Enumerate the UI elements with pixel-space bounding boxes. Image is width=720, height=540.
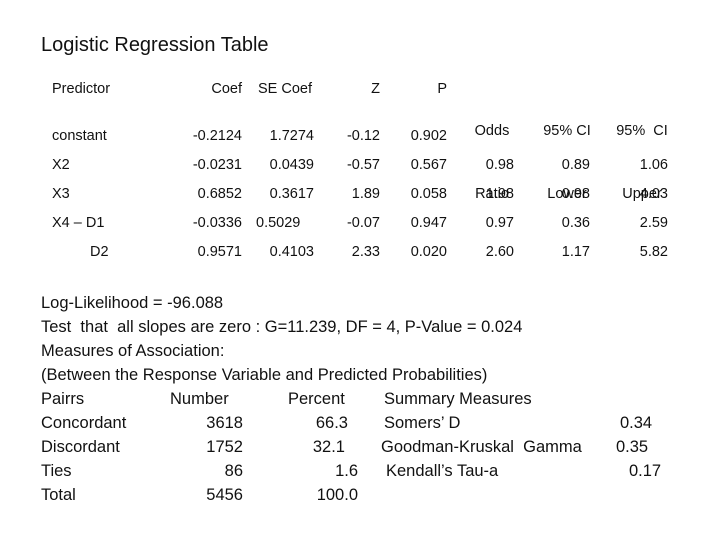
- header-p: P: [437, 81, 447, 97]
- cell-odds-ratio: 0.97: [485, 215, 514, 231]
- assoc-measure: Somers’ D: [384, 414, 461, 432]
- assoc-value: 0.34: [620, 414, 653, 432]
- cell-odds-ratio: 0.98: [485, 157, 514, 173]
- cell-ci-upper: 2.59: [639, 215, 668, 231]
- cell-z: 2.33: [351, 244, 380, 260]
- cell-p: 0.947: [410, 215, 447, 231]
- assoc-percent: 32.1: [312, 438, 345, 456]
- measures-subheading: (Between the Response Variable and Predi…: [41, 366, 488, 384]
- cell-se-coef: 0.0439: [269, 157, 314, 173]
- assoc-measure: Goodman-Kruskal Gamma: [381, 438, 582, 456]
- assoc-header-summary: Summary Measures: [384, 390, 532, 408]
- cell-z: -0.12: [346, 128, 380, 144]
- measures-heading: Measures of Association:: [41, 342, 225, 360]
- assoc-percent: 100.0: [316, 486, 358, 504]
- header-z: Z: [371, 81, 380, 97]
- slopes-test: Test that all slopes are zero : G=11.239…: [41, 318, 523, 336]
- cell-ci-lower: 0.98: [561, 186, 590, 202]
- assoc-percent: 1.6: [335, 462, 358, 480]
- cell-coef: -0.0336: [192, 215, 242, 231]
- cell-p: 0.058: [410, 186, 447, 202]
- assoc-number: 1752: [206, 438, 243, 456]
- cell-coef: 0.6852: [197, 186, 242, 202]
- cell-ci-upper: 1.06: [639, 157, 668, 173]
- assoc-pairs: Discordant: [41, 438, 120, 456]
- assoc-header-number: Number: [170, 390, 229, 408]
- page-title: Logistic Regression Table: [41, 34, 269, 56]
- cell-se-coef: 0.5029: [256, 215, 301, 231]
- assoc-header-pairs: Pairrs: [41, 390, 85, 408]
- header-ci-upper-line1: 95% CI: [616, 123, 668, 139]
- cell-ci-upper: 5.82: [639, 244, 668, 260]
- assoc-header-percent: Percent: [288, 390, 345, 408]
- assoc-pairs: Ties: [41, 462, 72, 480]
- assoc-value: 0.35: [616, 438, 649, 456]
- assoc-value: 0.17: [629, 462, 662, 480]
- assoc-number: 5456: [206, 486, 243, 504]
- cell-predictor: X4 – D1: [52, 215, 105, 231]
- cell-coef: -0.2124: [192, 128, 242, 144]
- cell-se-coef: 1.7274: [269, 128, 314, 144]
- cell-ci-upper: 4.03: [639, 186, 668, 202]
- cell-ci-lower: 0.36: [561, 215, 590, 231]
- cell-predictor: constant: [52, 128, 107, 144]
- header-se-coef: SE Coef: [258, 81, 312, 97]
- cell-predictor: D2: [90, 244, 109, 260]
- cell-ci-lower: 1.17: [561, 244, 590, 260]
- cell-odds-ratio: 1.98: [485, 186, 514, 202]
- cell-se-coef: 0.4103: [269, 244, 314, 260]
- cell-z: -0.07: [346, 215, 380, 231]
- assoc-percent: 66.3: [315, 414, 348, 432]
- header-coef: Coef: [211, 81, 242, 97]
- assoc-number: 86: [224, 462, 243, 480]
- assoc-number: 3618: [206, 414, 243, 432]
- cell-p: 0.567: [410, 157, 447, 173]
- assoc-pairs: Concordant: [41, 414, 127, 432]
- header-predictor: Predictor: [52, 81, 111, 97]
- assoc-measure: Kendall’s Tau-a: [386, 462, 499, 480]
- cell-z: -0.57: [346, 157, 380, 173]
- cell-predictor: X3: [52, 186, 70, 202]
- assoc-pairs: Total: [41, 486, 76, 504]
- cell-odds-ratio: 2.60: [485, 244, 514, 260]
- header-odds-ratio-line1: Odds: [474, 123, 510, 139]
- cell-se-coef: 0.3617: [269, 186, 314, 202]
- cell-p: 0.020: [410, 244, 447, 260]
- cell-z: 1.89: [351, 186, 380, 202]
- cell-coef: 0.9571: [197, 244, 242, 260]
- header-ci-lower-line1: 95% CI: [543, 123, 591, 139]
- cell-coef: -0.0231: [192, 157, 242, 173]
- cell-p: 0.902: [410, 128, 447, 144]
- cell-ci-lower: 0.89: [561, 157, 590, 173]
- log-likelihood: Log-Likelihood = -96.088: [41, 294, 224, 312]
- cell-predictor: X2: [52, 157, 70, 173]
